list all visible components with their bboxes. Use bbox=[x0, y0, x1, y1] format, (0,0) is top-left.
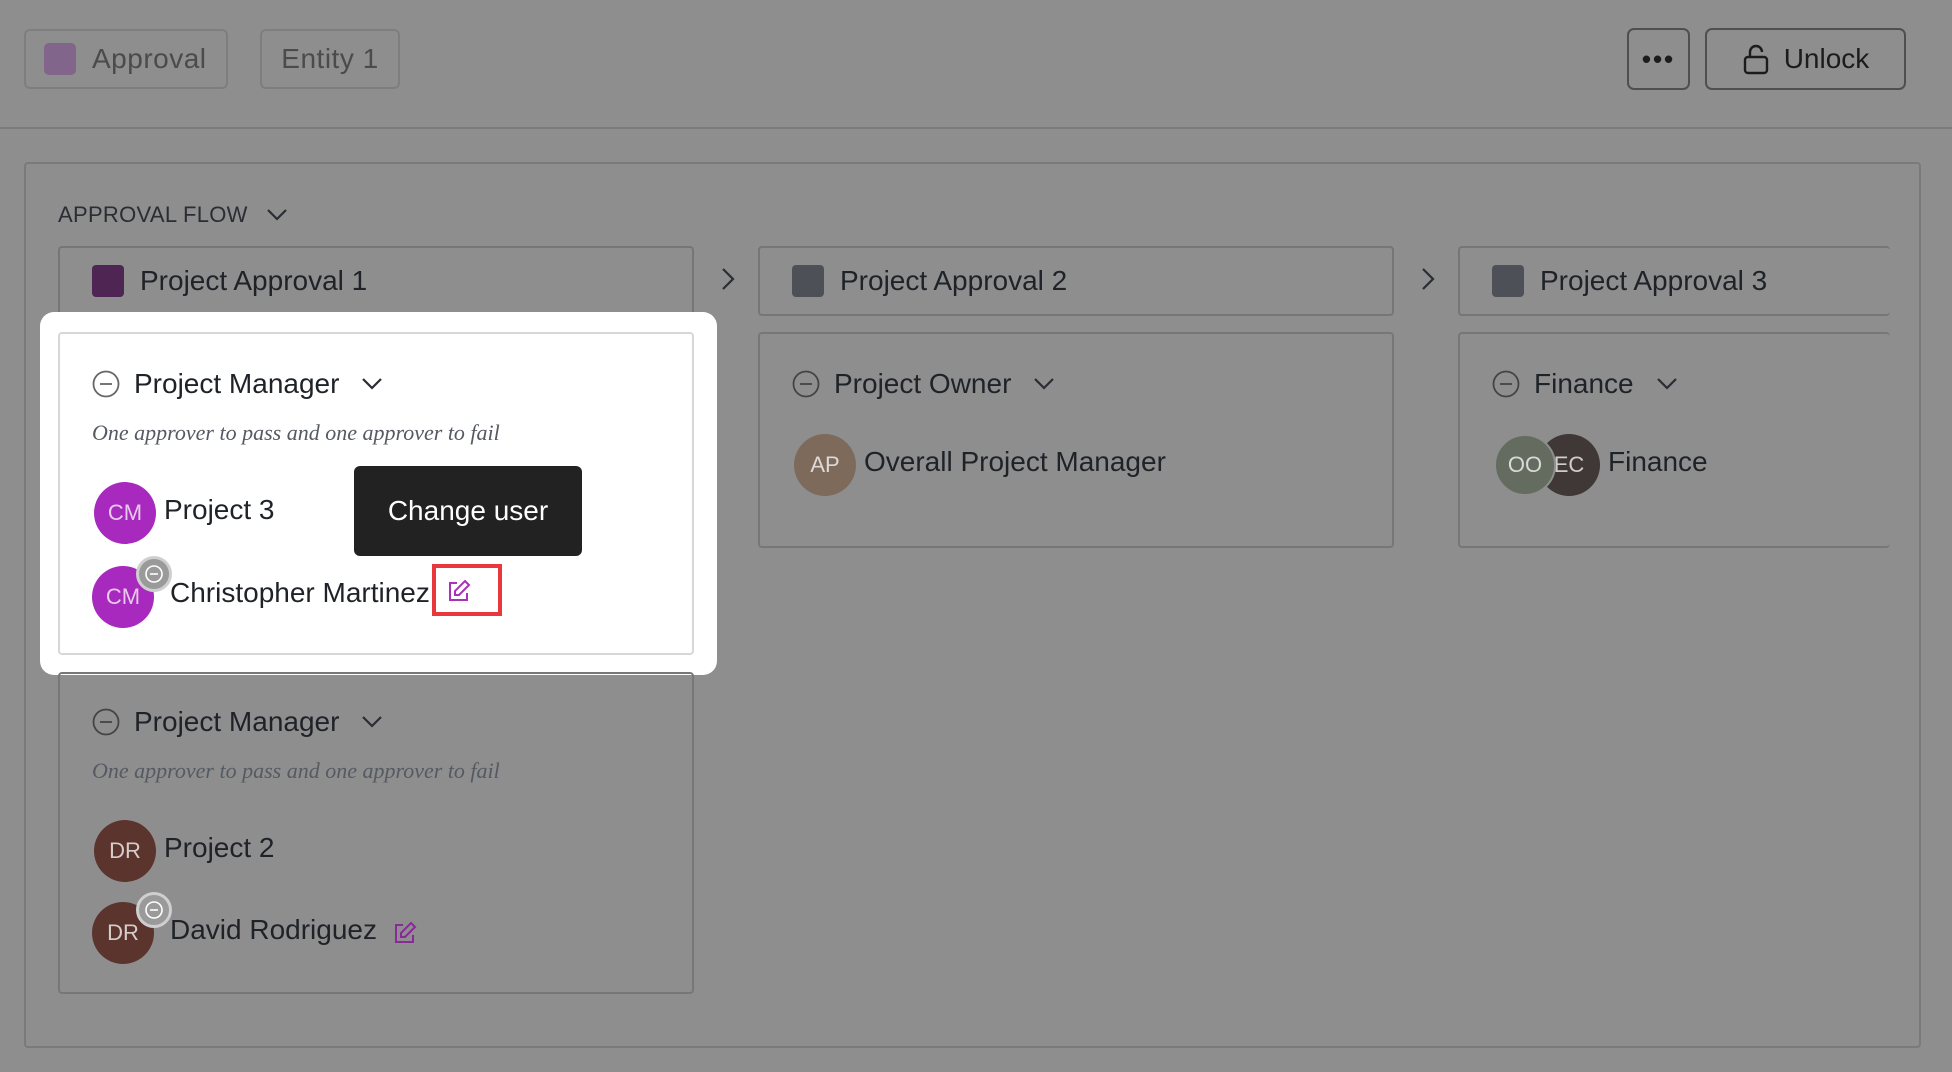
member-name: Christopher Martinez bbox=[170, 577, 430, 608]
stage-color-swatch bbox=[792, 265, 824, 297]
avatar: AP bbox=[794, 434, 856, 496]
stage-color-swatch bbox=[92, 265, 124, 297]
unlock-button[interactable]: Unlock bbox=[1705, 28, 1906, 90]
approval-flow-toggle[interactable]: APPROVAL FLOW bbox=[58, 202, 288, 228]
chevron-down-icon bbox=[266, 209, 287, 221]
remove-circle-icon[interactable] bbox=[92, 708, 120, 736]
remove-circle-icon bbox=[145, 901, 163, 919]
remove-user-badge[interactable] bbox=[136, 892, 172, 928]
remove-circle-icon bbox=[145, 565, 163, 583]
avatar: DR bbox=[94, 820, 156, 882]
stage-title: Project Approval 3 bbox=[1540, 265, 1768, 296]
avatar: OO bbox=[1494, 434, 1556, 496]
more-options-button[interactable]: ••• bbox=[1627, 28, 1690, 90]
approver-label: Finance bbox=[1608, 446, 1708, 477]
approval-color-swatch bbox=[44, 43, 76, 75]
role-selector[interactable]: Project Manager bbox=[92, 706, 383, 738]
chevron-right-icon bbox=[722, 268, 735, 290]
approval-rule-text: One approver to pass and one approver to… bbox=[92, 758, 500, 783]
stage-header-3[interactable]: Project Approval 3 bbox=[1458, 246, 1890, 316]
chevron-down-icon bbox=[362, 378, 383, 390]
approval-rule-text: One approver to pass and one approver to… bbox=[92, 420, 500, 445]
lock-icon bbox=[1743, 44, 1768, 75]
chevron-down-icon bbox=[1656, 378, 1677, 390]
stage-header-1[interactable]: Project Approval 1 bbox=[58, 246, 694, 316]
entity-pill[interactable]: Entity 1 bbox=[260, 29, 400, 89]
member-name: David Rodriguez bbox=[170, 914, 377, 945]
role-name: Project Owner bbox=[834, 368, 1012, 399]
stage-header-2[interactable]: Project Approval 2 bbox=[758, 246, 1394, 316]
approval-flow-title: APPROVAL FLOW bbox=[58, 202, 248, 227]
role-name: Project Manager bbox=[134, 706, 340, 737]
approver-label: Project 2 bbox=[164, 832, 275, 863]
top-bar: Approval Entity 1 ••• Unlock bbox=[0, 0, 1952, 129]
approver-group-card: Finance EC OO Finance bbox=[1458, 332, 1890, 548]
edit-icon[interactable] bbox=[392, 920, 418, 946]
approver-group-card: Project Manager One approver to pass and… bbox=[58, 672, 694, 994]
role-selector[interactable]: Project Manager bbox=[92, 368, 383, 400]
role-selector[interactable]: Project Owner bbox=[792, 368, 1055, 400]
role-name: Finance bbox=[1534, 368, 1634, 399]
remove-circle-icon[interactable] bbox=[92, 370, 120, 398]
chevron-right-icon bbox=[1422, 268, 1435, 290]
role-selector[interactable]: Finance bbox=[1492, 368, 1678, 400]
edit-icon-highlight bbox=[432, 564, 502, 616]
stage-title: Project Approval 2 bbox=[840, 265, 1068, 296]
change-user-tooltip: Change user bbox=[354, 466, 582, 556]
stage-color-swatch bbox=[1492, 265, 1524, 297]
chevron-down-icon bbox=[1034, 378, 1055, 390]
unlock-label: Unlock bbox=[1783, 43, 1870, 74]
approver-label: Overall Project Manager bbox=[864, 446, 1166, 477]
avatar: CM bbox=[94, 482, 156, 544]
approver-group-card: Project Owner AP Overall Project Manager bbox=[758, 332, 1394, 548]
remove-user-badge[interactable] bbox=[136, 556, 172, 592]
remove-circle-icon[interactable] bbox=[792, 370, 820, 398]
stage-title: Project Approval 1 bbox=[140, 265, 368, 296]
more-icon: ••• bbox=[1641, 43, 1676, 74]
entity-label: Entity 1 bbox=[281, 43, 379, 74]
remove-circle-icon[interactable] bbox=[1492, 370, 1520, 398]
role-name: Project Manager bbox=[134, 368, 340, 399]
chevron-down-icon bbox=[362, 716, 383, 728]
approval-label: Approval bbox=[92, 43, 207, 74]
approval-type-pill[interactable]: Approval bbox=[24, 29, 228, 89]
approver-label: Project 3 bbox=[164, 494, 275, 525]
